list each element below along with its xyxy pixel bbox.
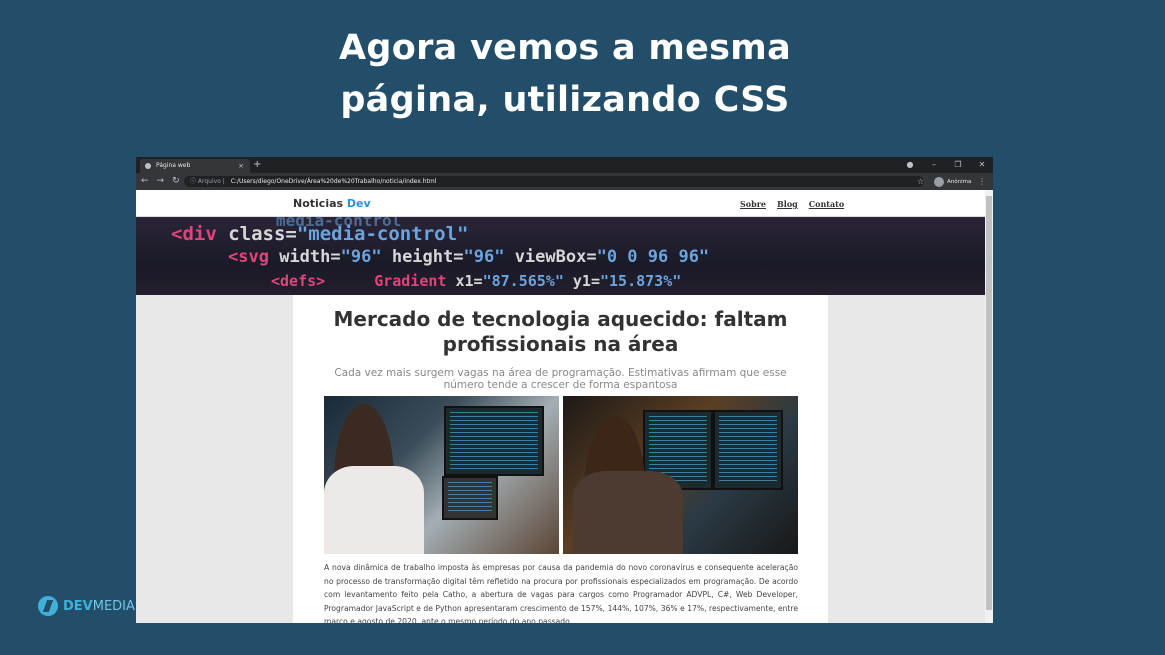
site-header: Noticias Dev Sobre Blog Contato (136, 190, 985, 217)
page-viewport: Noticias Dev Sobre Blog Contato media-co… (136, 190, 985, 623)
browser-window: Página web × + ● – ❐ ✕ ← → ↻ ⓘ Arquivo |… (136, 157, 993, 623)
hero-code-line-2: <div class="media-control" (171, 223, 469, 245)
article-images (324, 396, 798, 554)
url-field[interactable]: ⓘ Arquivo | C:/Users/diego/OneDrive/Área… (184, 176, 924, 187)
scrollbar-thumb[interactable] (986, 196, 992, 610)
hero-code-line-3: <svg width="96" height="96" viewBox="0 0… (228, 247, 710, 267)
globe-icon (145, 163, 151, 169)
url-path: C:/Users/diego/OneDrive/Área%20de%20Trab… (230, 178, 437, 185)
article-card: Mercado de tecnologia aquecido: faltam p… (293, 295, 828, 623)
maximize-icon[interactable]: ❐ (953, 157, 963, 173)
extensions-icon[interactable]: ● (905, 157, 915, 173)
profile-name: Anônima (947, 178, 972, 185)
logo-main: Noticias (293, 197, 344, 210)
shirt-shape (573, 471, 683, 554)
devmedia-logo: DEV MEDIA (38, 596, 135, 616)
monitor-shape (713, 410, 783, 490)
site-menu: Sobre Blog Contato (740, 199, 844, 209)
forward-icon[interactable]: → (157, 173, 165, 190)
slide-title: Agora vemos a mesma página, utilizando C… (0, 22, 1130, 126)
window-controls: ● – ❐ ✕ (905, 157, 987, 173)
devmedia-mark-icon (38, 596, 58, 616)
laptop-shape (442, 476, 498, 520)
site-logo[interactable]: Noticias Dev (293, 197, 371, 210)
tab-title: Página web (156, 162, 191, 169)
avatar-icon (934, 176, 944, 187)
back-icon[interactable]: ← (141, 173, 149, 190)
article-image-2 (563, 396, 798, 554)
new-tab-button[interactable]: + (253, 157, 261, 173)
monitor-shape (444, 406, 544, 476)
article-headline: Mercado de tecnologia aquecido: faltam p… (333, 307, 788, 356)
brand-dev: DEV (63, 598, 93, 614)
article-subhead: Cada vez mais surgem vagas na área de pr… (334, 367, 787, 391)
brand-media: MEDIA (92, 598, 135, 614)
address-bar: ← → ↻ ⓘ Arquivo | C:/Users/diego/OneDriv… (136, 173, 993, 190)
hero-banner: media-control <div class="media-control"… (136, 217, 985, 295)
tab-bar: Página web × + ● – ❐ ✕ (136, 157, 993, 173)
close-tab-icon[interactable]: × (238, 159, 244, 173)
menu-link-blog[interactable]: Blog (777, 199, 798, 209)
slide-title-line-2: página, utilizando CSS (340, 80, 790, 120)
hero-code-line-4: <defs> Gradient x1="87.565%" y1="15.873%… (271, 272, 682, 290)
menu-link-sobre[interactable]: Sobre (740, 199, 766, 209)
profile-button[interactable]: Anônima (934, 176, 971, 187)
navigation-buttons: ← → ↻ (141, 173, 180, 190)
browser-tab[interactable]: Página web × (140, 159, 250, 173)
article-image-1 (324, 396, 559, 554)
slide-title-line-1: Agora vemos a mesma (339, 28, 791, 68)
shirt-shape (324, 466, 424, 554)
page-scrollbar[interactable] (985, 190, 993, 623)
reload-icon[interactable]: ↻ (172, 173, 180, 190)
minimize-icon[interactable]: – (929, 157, 939, 173)
menu-link-contato[interactable]: Contato (809, 199, 844, 209)
bookmark-star-icon[interactable]: ☆ (917, 173, 924, 190)
menu-dots-icon[interactable]: ⋮ (978, 173, 986, 190)
url-info: ⓘ Arquivo | (190, 178, 225, 185)
close-window-icon[interactable]: ✕ (977, 157, 987, 173)
logo-accent: Dev (346, 197, 371, 210)
article-body: A nova dinâmica de trabalho imposta às e… (324, 563, 798, 623)
